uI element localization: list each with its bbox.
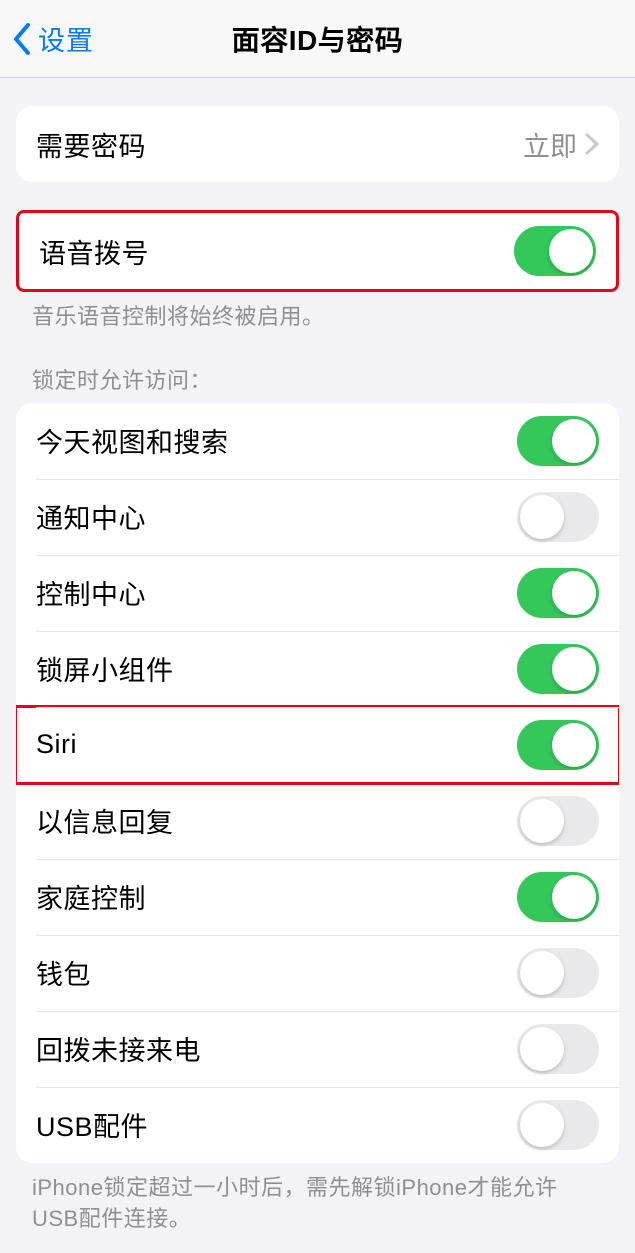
- page-title: 面容ID与密码: [232, 19, 404, 59]
- lock-access-label: Siri: [36, 729, 77, 760]
- lock-access-row: 锁屏小组件: [16, 631, 619, 707]
- voice-dial-footer: 音乐语音控制将始终被启用。: [0, 292, 635, 333]
- lock-access-toggle[interactable]: [517, 568, 599, 618]
- lock-access-row: 回拨未接来电: [16, 1011, 619, 1087]
- lock-access-toggle[interactable]: [517, 948, 599, 998]
- require-passcode-label: 需要密码: [36, 125, 146, 164]
- lock-access-row: 今天视图和搜索: [16, 403, 619, 479]
- lock-access-label: 钱包: [36, 953, 91, 992]
- lock-access-toggle[interactable]: [517, 1024, 599, 1074]
- back-label: 设置: [38, 19, 94, 58]
- voice-dial-group: 语音拨号: [16, 210, 619, 292]
- lock-access-toggle[interactable]: [517, 644, 599, 694]
- lock-access-toggle[interactable]: [517, 872, 599, 922]
- lock-access-label: 家庭控制: [36, 877, 146, 916]
- lock-access-header: 锁定时允许访问：: [0, 333, 635, 403]
- lock-access-label: 控制中心: [36, 573, 146, 612]
- lock-access-label: 通知中心: [36, 497, 146, 536]
- lock-access-toggle[interactable]: [517, 720, 599, 770]
- lock-access-label: 今天视图和搜索: [36, 421, 229, 460]
- chevron-left-icon: [12, 23, 32, 55]
- lock-access-label: 以信息回复: [36, 801, 174, 840]
- lock-access-row: 以信息回复: [16, 783, 619, 859]
- require-passcode-value: 立即: [523, 125, 577, 164]
- lock-access-footer: iPhone锁定超过一小时后，需先解锁iPhone才能允许USB配件连接。: [0, 1163, 635, 1235]
- require-passcode-row[interactable]: 需要密码 立即: [16, 106, 619, 182]
- lock-access-row: 控制中心: [16, 555, 619, 631]
- voice-dial-label: 语音拨号: [39, 232, 149, 271]
- nav-header: 设置 面容ID与密码: [0, 0, 635, 78]
- voice-dial-toggle[interactable]: [514, 226, 596, 276]
- lock-access-row: USB配件: [16, 1087, 619, 1163]
- voice-dial-row: 语音拨号: [19, 213, 616, 289]
- chevron-right-icon: [585, 133, 599, 155]
- lock-access-label: USB配件: [36, 1105, 148, 1144]
- lock-access-row: 通知中心: [16, 479, 619, 555]
- lock-access-toggle[interactable]: [517, 416, 599, 466]
- lock-access-toggle[interactable]: [517, 492, 599, 542]
- lock-access-label: 锁屏小组件: [36, 649, 174, 688]
- lock-access-label: 回拨未接来电: [36, 1029, 201, 1068]
- back-button[interactable]: 设置: [0, 19, 94, 58]
- lock-access-row: 钱包: [16, 935, 619, 1011]
- lock-access-row: 家庭控制: [16, 859, 619, 935]
- lock-access-toggle[interactable]: [517, 1100, 599, 1150]
- require-passcode-group: 需要密码 立即: [16, 106, 619, 182]
- lock-access-toggle[interactable]: [517, 796, 599, 846]
- lock-access-group: 今天视图和搜索通知中心控制中心锁屏小组件 Siri 以信息回复家庭控制钱包回拨未接来…: [16, 403, 619, 1163]
- lock-access-row: Siri: [16, 707, 619, 783]
